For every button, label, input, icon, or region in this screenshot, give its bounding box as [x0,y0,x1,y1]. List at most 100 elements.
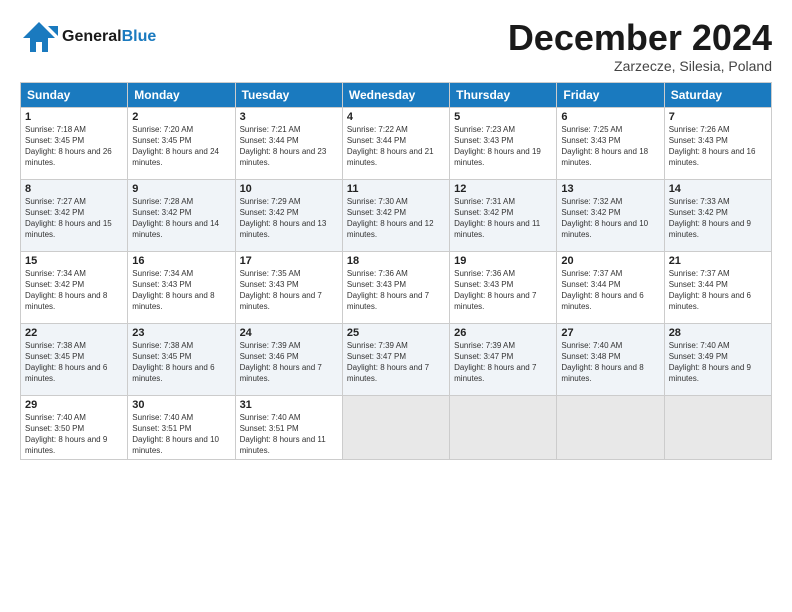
location: Zarzecze, Silesia, Poland [508,58,772,74]
day-number: 19 [454,255,552,267]
calendar-cell: 19Sunrise: 7:36 AMSunset: 3:43 PMDayligh… [450,251,557,323]
calendar-week-3: 15Sunrise: 7:34 AMSunset: 3:42 PMDayligh… [21,251,772,323]
calendar-cell: 15Sunrise: 7:34 AMSunset: 3:42 PMDayligh… [21,251,128,323]
day-info: Sunrise: 7:38 AMSunset: 3:45 PMDaylight:… [25,340,123,385]
day-info: Sunrise: 7:34 AMSunset: 3:43 PMDaylight:… [132,268,230,313]
page: GeneralBlue December 2024 Zarzecze, Sile… [0,0,792,612]
day-number: 12 [454,183,552,195]
day-info: Sunrise: 7:18 AMSunset: 3:45 PMDaylight:… [25,124,123,169]
day-info: Sunrise: 7:21 AMSunset: 3:44 PMDaylight:… [240,124,338,169]
day-info: Sunrise: 7:40 AMSunset: 3:48 PMDaylight:… [561,340,659,385]
calendar-week-5: 29Sunrise: 7:40 AMSunset: 3:50 PMDayligh… [21,395,772,460]
day-number: 1 [25,111,123,123]
day-number: 22 [25,327,123,339]
day-number: 25 [347,327,445,339]
day-number: 10 [240,183,338,195]
day-number: 15 [25,255,123,267]
calendar-header-saturday: Saturday [664,82,771,107]
day-info: Sunrise: 7:39 AMSunset: 3:47 PMDaylight:… [454,340,552,385]
day-number: 24 [240,327,338,339]
calendar-cell: 23Sunrise: 7:38 AMSunset: 3:45 PMDayligh… [128,323,235,395]
calendar-cell: 12Sunrise: 7:31 AMSunset: 3:42 PMDayligh… [450,179,557,251]
day-info: Sunrise: 7:39 AMSunset: 3:46 PMDaylight:… [240,340,338,385]
logo-text: GeneralBlue [62,28,156,46]
calendar-cell: 20Sunrise: 7:37 AMSunset: 3:44 PMDayligh… [557,251,664,323]
calendar-week-1: 1Sunrise: 7:18 AMSunset: 3:45 PMDaylight… [21,107,772,179]
calendar-header-monday: Monday [128,82,235,107]
calendar-header-tuesday: Tuesday [235,82,342,107]
calendar-cell [450,395,557,460]
calendar-cell [664,395,771,460]
logo-icon [20,18,58,56]
day-info: Sunrise: 7:28 AMSunset: 3:42 PMDaylight:… [132,196,230,241]
calendar-header-sunday: Sunday [21,82,128,107]
calendar-cell: 5Sunrise: 7:23 AMSunset: 3:43 PMDaylight… [450,107,557,179]
day-info: Sunrise: 7:30 AMSunset: 3:42 PMDaylight:… [347,196,445,241]
day-number: 27 [561,327,659,339]
day-number: 28 [669,327,767,339]
day-info: Sunrise: 7:22 AMSunset: 3:44 PMDaylight:… [347,124,445,169]
calendar-cell: 8Sunrise: 7:27 AMSunset: 3:42 PMDaylight… [21,179,128,251]
day-number: 2 [132,111,230,123]
calendar-cell: 3Sunrise: 7:21 AMSunset: 3:44 PMDaylight… [235,107,342,179]
calendar-header-friday: Friday [557,82,664,107]
calendar-cell: 27Sunrise: 7:40 AMSunset: 3:48 PMDayligh… [557,323,664,395]
day-number: 4 [347,111,445,123]
calendar-cell: 11Sunrise: 7:30 AMSunset: 3:42 PMDayligh… [342,179,449,251]
day-number: 18 [347,255,445,267]
day-info: Sunrise: 7:38 AMSunset: 3:45 PMDaylight:… [132,340,230,385]
calendar-cell: 30Sunrise: 7:40 AMSunset: 3:51 PMDayligh… [128,395,235,460]
day-number: 20 [561,255,659,267]
day-number: 14 [669,183,767,195]
calendar-cell: 21Sunrise: 7:37 AMSunset: 3:44 PMDayligh… [664,251,771,323]
calendar-cell: 28Sunrise: 7:40 AMSunset: 3:49 PMDayligh… [664,323,771,395]
day-info: Sunrise: 7:25 AMSunset: 3:43 PMDaylight:… [561,124,659,169]
day-number: 8 [25,183,123,195]
calendar-header-thursday: Thursday [450,82,557,107]
title-block: December 2024 Zarzecze, Silesia, Poland [508,18,772,74]
day-number: 9 [132,183,230,195]
calendar-cell: 17Sunrise: 7:35 AMSunset: 3:43 PMDayligh… [235,251,342,323]
calendar-cell: 22Sunrise: 7:38 AMSunset: 3:45 PMDayligh… [21,323,128,395]
calendar-week-4: 22Sunrise: 7:38 AMSunset: 3:45 PMDayligh… [21,323,772,395]
calendar-cell: 29Sunrise: 7:40 AMSunset: 3:50 PMDayligh… [21,395,128,460]
day-info: Sunrise: 7:29 AMSunset: 3:42 PMDaylight:… [240,196,338,241]
day-number: 29 [25,399,123,411]
day-number: 21 [669,255,767,267]
day-info: Sunrise: 7:31 AMSunset: 3:42 PMDaylight:… [454,196,552,241]
calendar-header-row: SundayMondayTuesdayWednesdayThursdayFrid… [21,82,772,107]
day-number: 6 [561,111,659,123]
day-number: 16 [132,255,230,267]
day-info: Sunrise: 7:40 AMSunset: 3:50 PMDaylight:… [25,412,123,457]
logo: GeneralBlue [20,18,156,56]
day-info: Sunrise: 7:23 AMSunset: 3:43 PMDaylight:… [454,124,552,169]
calendar-cell: 31Sunrise: 7:40 AMSunset: 3:51 PMDayligh… [235,395,342,460]
day-info: Sunrise: 7:37 AMSunset: 3:44 PMDaylight:… [669,268,767,313]
day-info: Sunrise: 7:33 AMSunset: 3:42 PMDaylight:… [669,196,767,241]
day-info: Sunrise: 7:32 AMSunset: 3:42 PMDaylight:… [561,196,659,241]
calendar-cell: 6Sunrise: 7:25 AMSunset: 3:43 PMDaylight… [557,107,664,179]
day-number: 5 [454,111,552,123]
calendar-header-wednesday: Wednesday [342,82,449,107]
day-number: 7 [669,111,767,123]
day-info: Sunrise: 7:36 AMSunset: 3:43 PMDaylight:… [454,268,552,313]
calendar-cell: 25Sunrise: 7:39 AMSunset: 3:47 PMDayligh… [342,323,449,395]
day-info: Sunrise: 7:36 AMSunset: 3:43 PMDaylight:… [347,268,445,313]
calendar-cell: 13Sunrise: 7:32 AMSunset: 3:42 PMDayligh… [557,179,664,251]
calendar-cell: 10Sunrise: 7:29 AMSunset: 3:42 PMDayligh… [235,179,342,251]
calendar-cell: 1Sunrise: 7:18 AMSunset: 3:45 PMDaylight… [21,107,128,179]
day-info: Sunrise: 7:37 AMSunset: 3:44 PMDaylight:… [561,268,659,313]
calendar-cell: 16Sunrise: 7:34 AMSunset: 3:43 PMDayligh… [128,251,235,323]
calendar-cell: 24Sunrise: 7:39 AMSunset: 3:46 PMDayligh… [235,323,342,395]
day-info: Sunrise: 7:40 AMSunset: 3:49 PMDaylight:… [669,340,767,385]
day-number: 17 [240,255,338,267]
month-title: December 2024 [508,18,772,58]
calendar-table: SundayMondayTuesdayWednesdayThursdayFrid… [20,82,772,461]
day-info: Sunrise: 7:26 AMSunset: 3:43 PMDaylight:… [669,124,767,169]
day-number: 23 [132,327,230,339]
day-number: 3 [240,111,338,123]
day-number: 13 [561,183,659,195]
calendar-cell: 14Sunrise: 7:33 AMSunset: 3:42 PMDayligh… [664,179,771,251]
calendar-cell: 9Sunrise: 7:28 AMSunset: 3:42 PMDaylight… [128,179,235,251]
calendar-cell [342,395,449,460]
